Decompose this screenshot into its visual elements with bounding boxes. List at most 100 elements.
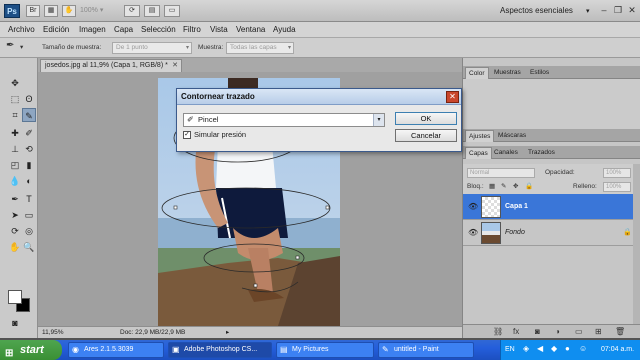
layer-row[interactable]: 👁 Fondo 🔒 [463,220,640,246]
start-button[interactable]: ⊞ start [0,340,62,360]
shape-tool-icon[interactable]: ▭ [22,208,36,222]
add-mask-icon[interactable]: ◙ [535,327,540,337]
path-selection-icon[interactable]: ➤ [8,208,22,222]
task-photoshop[interactable]: ▣ Adobe Photoshop CS... [168,342,272,358]
minimize-icon[interactable]: – [598,4,610,16]
blur-tool-icon[interactable]: 💧 [8,174,22,188]
task-ares[interactable]: ◉ Ares 2.1.5.3039 [68,342,164,358]
new-group-icon[interactable]: ▭ [575,327,583,337]
network-icon[interactable]: ◈ [523,344,529,353]
view-extras-button[interactable]: ▦ [44,5,58,17]
volume-icon[interactable]: ◀ [537,344,543,353]
ok-button[interactable]: OK [395,112,457,125]
menu-ventana[interactable]: Ventana [236,24,265,36]
marquee-tool-icon[interactable]: ⬚ [8,92,22,106]
menu-filtro[interactable]: Filtro [183,24,201,36]
tab-ajustes[interactable]: Ajustes [465,130,495,142]
cancel-button[interactable]: Cancelar [395,129,457,142]
close-icon[interactable]: ✕ [626,4,638,16]
tab-color[interactable]: Color [465,67,489,79]
blend-mode-select[interactable]: Normal [467,168,535,178]
move-tool-icon[interactable]: ✥ [8,76,22,90]
eraser-tool-icon[interactable]: ◰ [8,158,22,172]
tool-select[interactable]: ✐ Pincel ▾ [183,113,385,127]
adjustment-layer-icon[interactable]: ◑ [555,327,560,337]
opacity-field[interactable]: 100% [603,168,631,178]
tab-estilos[interactable]: Estilos [527,67,552,79]
history-brush-icon[interactable]: ⟲ [22,142,36,156]
healing-brush-icon[interactable]: ✚ [8,126,22,140]
tab-canales[interactable]: Canales [491,147,521,159]
pen-tool-icon[interactable]: ✒ [8,192,22,206]
3d-orbit-icon[interactable]: ◎ [22,224,36,238]
menu-edicion[interactable]: Edición [43,24,69,36]
layer-style-icon[interactable]: fx [513,327,519,337]
close-icon[interactable]: ✕ [172,60,178,72]
zoom-tool-icon[interactable]: 🔍 [22,240,36,254]
layers-scrollbar[interactable] [633,164,640,324]
eye-icon[interactable]: 👁 [468,202,478,211]
brush-tool-icon[interactable]: ✐ [22,126,36,140]
sample-select[interactable]: Todas las capas ▾ [226,42,294,54]
fill-field[interactable]: 100% [603,182,631,192]
foreground-color-swatch[interactable] [8,290,22,304]
eyedropper-tool-icon[interactable]: ✎ [22,108,36,122]
3d-rotate-icon[interactable]: ⟳ [8,224,22,238]
tab-muestras[interactable]: Muestras [491,67,524,79]
menu-seleccion[interactable]: Selección [141,24,176,36]
updates-icon[interactable]: ● [565,344,570,353]
tab-capas[interactable]: Capas [465,147,492,159]
lock-all-icon[interactable]: 🔒 [525,182,533,192]
document-tab[interactable]: josedos.jpg al 11,9% (Capa 1, RGB/8) * ✕ [40,59,182,72]
messenger-icon[interactable]: ☺ [579,344,587,353]
language-indicator[interactable]: EN [505,344,515,356]
zoom-level-field[interactable]: 100% ▾ [80,5,120,17]
simulate-pressure-label[interactable]: Simular presión [194,130,246,140]
layer-name[interactable]: Fondo [505,228,525,238]
layer-row[interactable]: 👁 Capa 1 [463,194,640,220]
menu-vista[interactable]: Vista [210,24,228,36]
new-layer-icon[interactable]: ⊞ [595,327,602,337]
menu-ayuda[interactable]: Ayuda [273,24,296,36]
sample-size-select[interactable]: De 1 punto ▾ [112,42,192,54]
quick-mask-icon[interactable]: ◙ [8,316,22,330]
chevron-down-icon[interactable]: ▾ [373,114,384,126]
tab-mascaras[interactable]: Máscaras [495,130,529,142]
type-tool-icon[interactable]: T [22,192,36,206]
clone-stamp-icon[interactable]: ⊥ [8,142,22,156]
lock-transparency-icon[interactable]: ▦ [489,182,495,192]
menu-imagen[interactable]: Imagen [79,24,106,36]
task-paint[interactable]: ✎ untitled - Paint [378,342,474,358]
lock-label: Bloq.: [467,183,484,190]
eye-icon[interactable]: 👁 [468,228,478,237]
task-my-pictures[interactable]: ▤ My Pictures [276,342,374,358]
lasso-tool-icon[interactable]: ʘ [22,92,36,106]
crop-tool-icon[interactable]: ⌗ [8,108,22,122]
trash-icon[interactable]: 🗑 [615,327,625,337]
status-arrow-icon[interactable]: ▸ [226,327,229,338]
rotate-view-icon[interactable]: ⟳ [124,5,140,17]
simulate-pressure-checkbox[interactable]: ✓ [183,131,191,139]
security-icon[interactable]: ◆ [551,344,557,353]
tab-trazados[interactable]: Trazados [525,147,558,159]
workspace-switcher[interactable]: Aspectos esenciales [500,4,573,18]
tool-preset-arrow[interactable]: ▾ [20,43,23,53]
screen-mode-icon[interactable]: ▭ [164,5,180,17]
hand-tool-icon[interactable]: ✋ [62,5,76,17]
lock-position-icon[interactable]: ✥ [513,182,518,192]
restore-icon[interactable]: ❐ [612,4,624,16]
chevron-down-icon[interactable]: ▾ [586,7,590,15]
close-icon[interactable]: ✕ [446,91,459,103]
bridge-button[interactable]: Br [26,5,40,17]
eyedropper-icon[interactable]: ✒ [6,41,14,51]
menu-archivo[interactable]: Archivo [8,24,35,36]
zoom-percentage[interactable]: 11,95% [42,327,64,338]
dodge-tool-icon[interactable]: ◐ [22,174,36,188]
menu-capa[interactable]: Capa [114,24,133,36]
layer-name[interactable]: Capa 1 [505,202,528,212]
lock-paint-icon[interactable]: ✎ [501,182,506,192]
gradient-tool-icon[interactable]: ▮ [22,158,36,172]
link-layers-icon[interactable]: ⛓ [493,327,503,337]
hand-tool-icon[interactable]: ✋ [8,240,22,254]
arrange-documents-icon[interactable]: ▤ [144,5,160,17]
